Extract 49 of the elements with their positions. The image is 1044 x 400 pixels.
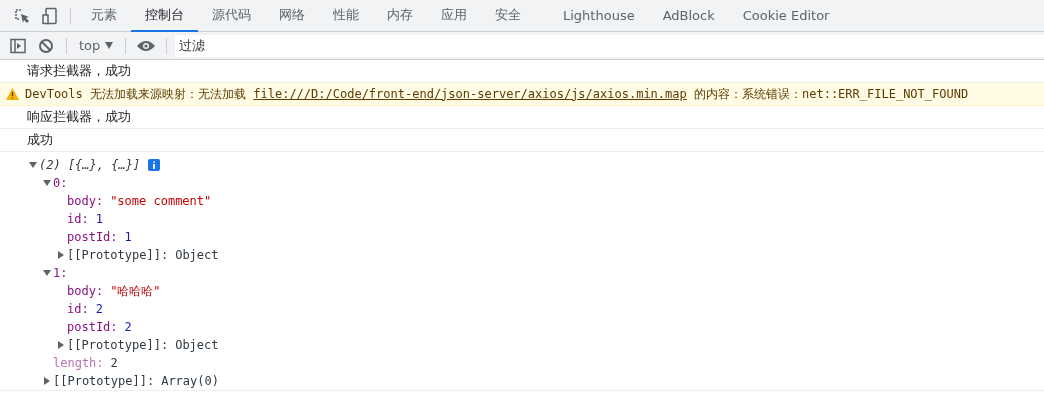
log-message: 请求拦截器，成功 bbox=[27, 62, 131, 80]
property-value: 1 bbox=[124, 229, 132, 246]
warning-message: DevTools 无法加载来源映射：无法加载 file:///D:/Code/front-end/json-server/axios/js/axios.min.map 的内容：系统错误：net::ERR_FILE_NOT_FOUND bbox=[25, 85, 969, 103]
panel-tab[interactable]: Lighthouse bbox=[549, 0, 649, 32]
array-summary[interactable]: (2) [{…}, {…}] bbox=[39, 156, 141, 174]
property-value: 2 bbox=[124, 319, 132, 336]
property-key: [[Prototype]]: bbox=[53, 372, 155, 390]
caret-icon bbox=[105, 42, 114, 49]
property-key: 1: bbox=[53, 264, 68, 282]
property-value: 1 bbox=[95, 211, 103, 228]
info-icon bbox=[148, 159, 161, 171]
property-value: 2 bbox=[110, 355, 118, 372]
panel-tab[interactable]: 内存 bbox=[373, 0, 427, 32]
property-key: 0: bbox=[53, 174, 68, 192]
source-map-link[interactable]: file:///D:/Code/front-end/json-server/axios/js/axios.min.map bbox=[253, 86, 687, 101]
property-key: [[Prototype]]: bbox=[67, 336, 169, 354]
property-key: body: bbox=[67, 282, 104, 300]
property-key: [[Prototype]]: bbox=[67, 246, 169, 264]
property-key: length: bbox=[53, 354, 104, 372]
property-value: Array(0) bbox=[161, 373, 219, 390]
filter-field[interactable]: 过滤 bbox=[175, 34, 1044, 57]
log-message: 成功 bbox=[27, 131, 53, 149]
panel-tab[interactable]: 性能 bbox=[319, 0, 373, 32]
property-key: postId: bbox=[67, 318, 118, 336]
log-message: 响应拦截器，成功 bbox=[27, 108, 131, 126]
property-key: body: bbox=[67, 192, 104, 210]
disclosure-triangle-icon[interactable] bbox=[57, 251, 65, 259]
property-value: Object bbox=[175, 337, 219, 354]
property-key: id: bbox=[67, 300, 89, 318]
disclosure-triangle-icon[interactable] bbox=[57, 341, 65, 349]
panel-tab[interactable]: 安全 bbox=[481, 0, 535, 32]
context-dropdown[interactable]: top bbox=[73, 38, 120, 53]
warning-icon bbox=[6, 88, 19, 100]
property-key: id: bbox=[67, 210, 89, 228]
panel-tab[interactable]: 网络 bbox=[265, 0, 319, 32]
panel-tab[interactable]: 元素 bbox=[77, 0, 131, 32]
property-value: "哈哈哈" bbox=[110, 283, 161, 300]
property-value: 2 bbox=[95, 301, 103, 318]
property-value: Object bbox=[175, 247, 219, 264]
disclosure-triangle-icon[interactable] bbox=[43, 377, 51, 385]
disclosure-triangle-icon[interactable] bbox=[43, 269, 51, 277]
panel-tab[interactable]: Cookie Editor bbox=[728, 0, 844, 32]
property-value: "some comment" bbox=[110, 193, 212, 210]
panel-tab[interactable]: AdBlock bbox=[648, 0, 729, 32]
disclosure-triangle-icon[interactable] bbox=[43, 179, 51, 187]
panel-tab[interactable]: 源代码 bbox=[198, 0, 265, 32]
property-key: postId: bbox=[67, 228, 118, 246]
panel-tab[interactable]: 应用 bbox=[427, 0, 481, 32]
disclosure-triangle-icon[interactable] bbox=[29, 161, 37, 169]
